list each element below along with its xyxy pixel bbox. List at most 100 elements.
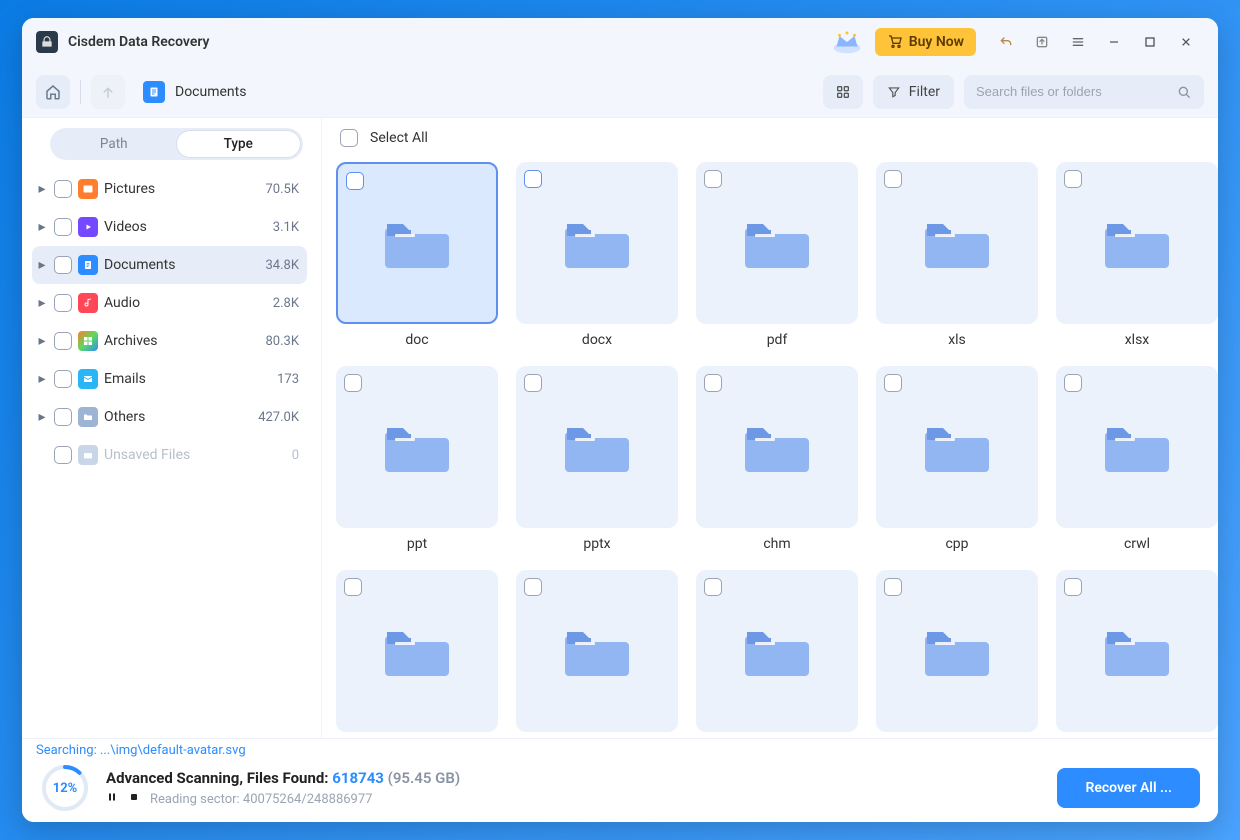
folder-card[interactable]: docx bbox=[516, 162, 678, 348]
folder-thumb[interactable] bbox=[696, 162, 858, 324]
folder-card[interactable]: doc bbox=[336, 162, 498, 348]
folder-thumb[interactable] bbox=[876, 162, 1038, 324]
sidebar-item-emails[interactable]: ▸ Emails 173 bbox=[32, 360, 307, 398]
home-button[interactable] bbox=[36, 75, 70, 109]
folder-checkbox[interactable] bbox=[344, 374, 362, 392]
folder-thumb[interactable] bbox=[1056, 162, 1218, 324]
folder-thumb[interactable] bbox=[336, 162, 498, 324]
folder-checkbox[interactable] bbox=[704, 578, 722, 596]
menu-icon[interactable] bbox=[1060, 24, 1096, 60]
folder-checkbox[interactable] bbox=[884, 374, 902, 392]
folder-card[interactable]: xlsx bbox=[1056, 162, 1218, 348]
sidebar-item-documents[interactable]: ▸ Documents 34.8K bbox=[32, 246, 307, 284]
folder-thumb[interactable] bbox=[516, 366, 678, 528]
folder-checkbox[interactable] bbox=[1064, 170, 1082, 188]
folder-checkbox[interactable] bbox=[1064, 578, 1082, 596]
folder-checkbox[interactable] bbox=[524, 578, 542, 596]
grid-scroll[interactable]: doc docx pdf xls xlsx ppt pptx bbox=[322, 158, 1218, 738]
tab-type[interactable]: Type bbox=[176, 130, 302, 158]
folder-card[interactable]: chm bbox=[696, 366, 858, 552]
category-checkbox[interactable] bbox=[54, 180, 72, 198]
folder-card[interactable] bbox=[696, 570, 858, 738]
sidebar-item-pictures[interactable]: ▸ Pictures 70.5K bbox=[32, 170, 307, 208]
up-arrow-icon bbox=[99, 83, 117, 101]
recover-all-button[interactable]: Recover All ... bbox=[1057, 768, 1200, 808]
folder-checkbox[interactable] bbox=[346, 172, 364, 190]
category-checkbox[interactable] bbox=[54, 446, 72, 464]
chevron-right-icon: ▸ bbox=[36, 219, 48, 235]
folder-card[interactable]: pptx bbox=[516, 366, 678, 552]
close-button[interactable] bbox=[1168, 24, 1204, 60]
maximize-button[interactable] bbox=[1132, 24, 1168, 60]
progress-percent: 12% bbox=[40, 763, 90, 813]
category-label: Emails bbox=[104, 371, 271, 387]
folder-card[interactable]: ppt bbox=[336, 366, 498, 552]
folder-icon bbox=[925, 622, 989, 680]
folder-icon bbox=[745, 622, 809, 680]
sidebar-item-videos[interactable]: ▸ Videos 3.1K bbox=[32, 208, 307, 246]
folder-thumb[interactable] bbox=[876, 366, 1038, 528]
folder-thumb[interactable] bbox=[696, 570, 858, 732]
category-checkbox[interactable] bbox=[54, 332, 72, 350]
folder-card[interactable] bbox=[876, 570, 1038, 738]
export-icon[interactable] bbox=[1024, 24, 1060, 60]
search-box[interactable] bbox=[964, 75, 1204, 109]
folder-checkbox[interactable] bbox=[704, 374, 722, 392]
grid-icon bbox=[78, 331, 98, 351]
select-all-row[interactable]: Select All bbox=[322, 118, 1218, 158]
folder-thumb[interactable] bbox=[516, 162, 678, 324]
sidebar-item-others[interactable]: ▸ Others 427.0K bbox=[32, 398, 307, 436]
category-checkbox[interactable] bbox=[54, 294, 72, 312]
category-count: 427.0K bbox=[258, 410, 299, 425]
undo-icon[interactable] bbox=[988, 24, 1024, 60]
folder-checkbox[interactable] bbox=[884, 578, 902, 596]
folder-card[interactable] bbox=[1056, 570, 1218, 738]
folder-thumb[interactable] bbox=[516, 570, 678, 732]
filter-icon bbox=[887, 85, 901, 99]
buy-now-button[interactable]: Buy Now bbox=[875, 28, 976, 56]
folder-thumb[interactable] bbox=[336, 366, 498, 528]
folder-checkbox[interactable] bbox=[1064, 374, 1082, 392]
select-all-checkbox[interactable] bbox=[340, 129, 358, 147]
sidebar-item-audio[interactable]: ▸ Audio 2.8K bbox=[32, 284, 307, 322]
folder-checkbox[interactable] bbox=[344, 578, 362, 596]
category-checkbox[interactable] bbox=[54, 256, 72, 274]
tab-path[interactable]: Path bbox=[52, 130, 176, 158]
folder-checkbox[interactable] bbox=[524, 374, 542, 392]
folder-thumb[interactable] bbox=[876, 570, 1038, 732]
folder-icon bbox=[385, 418, 449, 476]
premium-crown-icon[interactable] bbox=[829, 28, 865, 56]
chevron-right-icon: ▸ bbox=[36, 371, 48, 387]
category-count: 0 bbox=[292, 448, 299, 463]
sidebar-item-archives[interactable]: ▸ Archives 80.3K bbox=[32, 322, 307, 360]
search-input[interactable] bbox=[976, 84, 1168, 99]
folder-card[interactable]: cpp bbox=[876, 366, 1038, 552]
folder-checkbox[interactable] bbox=[704, 170, 722, 188]
folder-card[interactable]: pdf bbox=[696, 162, 858, 348]
folder-card[interactable] bbox=[336, 570, 498, 738]
filter-button[interactable]: Filter bbox=[873, 75, 954, 109]
folder-thumb[interactable] bbox=[1056, 366, 1218, 528]
folder-thumb[interactable] bbox=[336, 570, 498, 732]
folder-icon bbox=[565, 214, 629, 272]
folder-checkbox[interactable] bbox=[884, 170, 902, 188]
total-size: (95.45 GB) bbox=[384, 769, 460, 787]
folder-label: docx bbox=[582, 332, 612, 348]
category-checkbox[interactable] bbox=[54, 408, 72, 426]
folder-thumb[interactable] bbox=[696, 366, 858, 528]
category-checkbox[interactable] bbox=[54, 370, 72, 388]
folder-card[interactable]: crwl bbox=[1056, 366, 1218, 552]
category-label: Pictures bbox=[104, 181, 259, 197]
folder-card[interactable]: xls bbox=[876, 162, 1038, 348]
app-window: Cisdem Data Recovery Buy Now bbox=[22, 18, 1218, 822]
folder-checkbox[interactable] bbox=[524, 170, 542, 188]
folder-icon bbox=[385, 622, 449, 680]
view-grid-button[interactable] bbox=[823, 75, 863, 109]
pause-button[interactable] bbox=[106, 791, 118, 807]
folder-card[interactable] bbox=[516, 570, 678, 738]
folder-thumb[interactable] bbox=[1056, 570, 1218, 732]
category-label: Videos bbox=[104, 219, 267, 235]
stop-button[interactable] bbox=[128, 791, 140, 807]
minimize-button[interactable] bbox=[1096, 24, 1132, 60]
category-checkbox[interactable] bbox=[54, 218, 72, 236]
